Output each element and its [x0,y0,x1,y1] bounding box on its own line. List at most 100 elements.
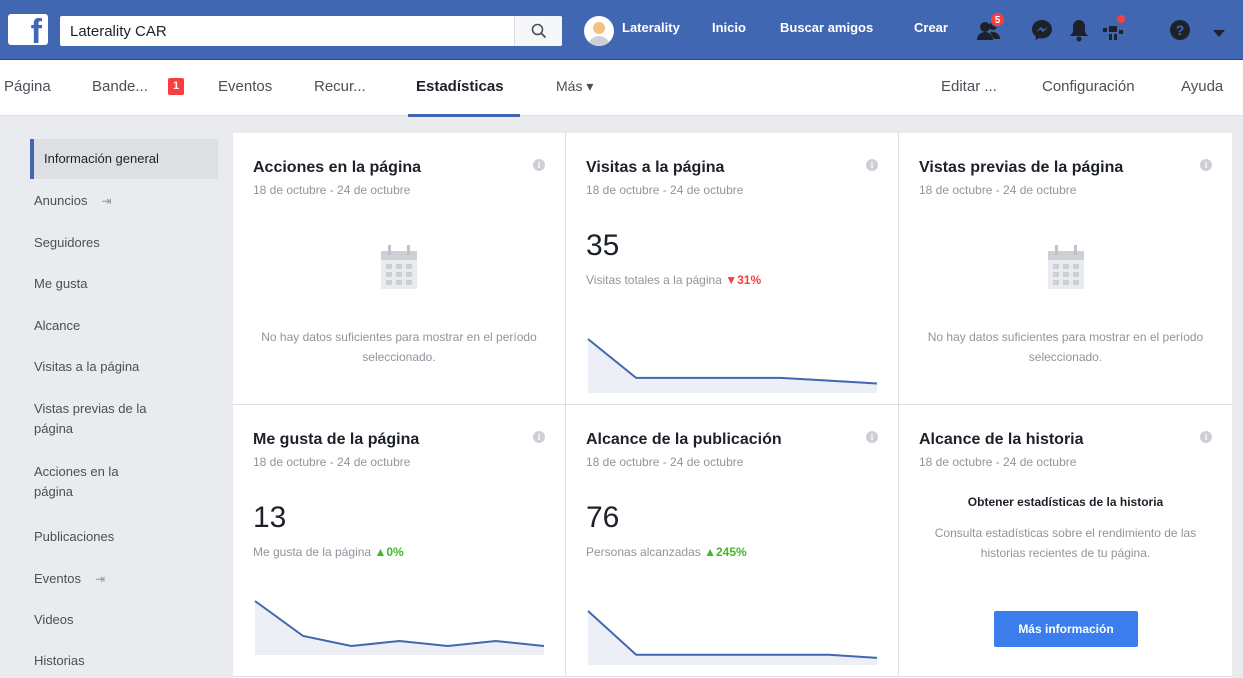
sidebar-item-events[interactable]: Eventos ⇥ [34,569,214,589]
sidebar-item-posts[interactable]: Publicaciones [34,527,214,547]
inbox-badge: 1 [168,78,184,95]
story-insights-description: Consulta estadísticas sobre el rendimien… [934,526,1197,560]
sidebar-item-label: Información general [44,151,159,166]
account-menu-button[interactable] [1212,26,1226,37]
sidebar-item-overview[interactable]: Información general [30,139,218,179]
post-reach-trend-line [587,610,878,659]
learn-more-button[interactable]: Más información [994,611,1138,647]
sidebar-item-page-actions[interactable]: Acciones en la página [34,462,154,502]
svg-text:?: ? [1176,22,1185,38]
friend-requests-button[interactable]: 5 [976,12,1005,44]
tab-inbox[interactable]: Bande... [92,78,148,95]
card-title: Alcance de la publicación [586,431,782,448]
sidebar-item-label: Anuncios [34,193,88,208]
sidebar-item-label: Vistas previas de la página [34,401,147,436]
metric-delta: ▼31% [725,273,762,287]
external-link-icon: ⇥ [101,194,112,208]
search-input[interactable] [60,16,514,46]
info-icon[interactable]: i [533,159,545,171]
post-reach-sparkline [587,610,878,665]
sidebar-item-page-views[interactable]: Visitas a la página [34,357,214,377]
sidebar-item-label: Me gusta [34,276,88,291]
page-views-sparkline [587,338,878,393]
search-bar [60,16,562,46]
card-date: 18 de octubre - 24 de octubre [919,455,1077,469]
sidebar-item-label: Publicaciones [34,529,115,544]
sidebar-item-label: Eventos [34,571,81,586]
facebook-logo-icon[interactable]: f [8,14,48,49]
active-tab-indicator [408,114,520,117]
card-title: Vistas previas de la página [919,159,1124,176]
messenger-icon [1032,20,1052,40]
sidebar-item-reach[interactable]: Alcance [34,316,214,336]
notifications-button[interactable] [1068,18,1094,44]
info-icon[interactable]: i [533,431,545,443]
card-title: Acciones en la página [253,159,422,176]
nav-home-link[interactable]: Inicio [712,20,746,35]
metric-label-text: Visitas totales a la página [586,273,722,287]
card-title: Me gusta de la página [253,431,420,448]
external-link-icon: ⇥ [94,572,106,586]
help-icon: ? [1170,20,1190,40]
metric-delta: ▲245% [704,545,747,559]
sidebar-item-label: Videos [34,612,74,627]
page-likes-sparkline [254,600,545,655]
sidebar-item-followers[interactable]: Seguidores [34,233,214,253]
metric-label-text: Personas alcanzadas [586,545,701,559]
metric-delta: ▲0% [374,545,404,559]
info-icon[interactable]: i [1200,431,1212,443]
card-page-likes: Me gusta de la página 18 de octubre - 24… [233,405,566,677]
nav-create-link[interactable]: Crear [914,20,948,35]
calendar-icon [1047,245,1084,289]
metric-value: 13 [253,501,287,534]
page-views-trend-area [588,339,877,393]
info-icon[interactable]: i [866,159,878,171]
info-icon[interactable]: i [1200,159,1212,171]
metric-label-text: Me gusta de la página [253,545,372,559]
sidebar-item-label: Acciones en la página [34,464,119,499]
sidebar-item-label: Alcance [34,318,81,333]
profile-link[interactable]: Laterality [622,20,680,35]
insights-overview-grid: Acciones en la página 18 de octubre - 24… [233,133,1232,678]
tab-more[interactable]: Más ▾ [556,78,593,95]
info-icon[interactable]: i [866,431,878,443]
page-likes-trend-area [255,601,544,655]
metric-label: Me gusta de la página ▲0% [253,545,404,559]
tab-insights[interactable]: Estadísticas [416,78,504,95]
tab-resources[interactable]: Recur... [314,78,366,95]
sidebar-item-page-previews[interactable]: Vistas previas de la página [34,399,174,439]
sidebar-item-label: Visitas a la página [34,359,140,374]
messenger-button[interactable] [1030,18,1056,44]
page-requests-dot [1116,14,1126,24]
nav-find-friends-link[interactable]: Buscar amigos [780,20,873,35]
card-story-reach: Alcance de la historia 18 de octubre - 2… [899,405,1232,677]
empty-state-text: No hay datos suficientes para mostrar en… [927,330,1204,364]
sidebar-item-stories[interactable]: Historias [34,651,214,671]
metric-label: Personas alcanzadas ▲245% [586,545,747,559]
caret-down-icon [1213,30,1225,37]
edit-page-info-link[interactable]: Editar ... [941,78,997,95]
calendar-icon [381,245,417,289]
metric-value: 76 [586,501,620,534]
sidebar-item-videos[interactable]: Videos [34,610,214,630]
avatar[interactable] [584,16,614,46]
card-date: 18 de octubre - 24 de octubre [586,183,744,197]
help-button[interactable]: ? [1168,18,1194,44]
story-insights-heading: Obtener estadísticas de la historia [967,495,1164,509]
friend-requests-badge: 5 [990,12,1005,27]
tab-events[interactable]: Eventos [218,78,272,95]
help-link[interactable]: Ayuda [1181,78,1223,95]
sidebar-item-ads[interactable]: Anuncios ⇥ [34,191,214,211]
sidebar-item-likes[interactable]: Me gusta [34,274,214,294]
settings-link[interactable]: Configuración [1042,78,1135,95]
empty-state-text: No hay datos suficientes para mostrar en… [261,330,537,364]
tab-page[interactable]: Página [4,78,51,95]
card-date: 18 de octubre - 24 de octubre [253,455,411,469]
page-requests-button[interactable] [1100,14,1126,44]
bell-icon [1070,20,1088,42]
card-post-reach: Alcance de la publicación 18 de octubre … [566,405,899,677]
sidebar-item-label: Seguidores [34,235,100,250]
search-button[interactable] [514,16,562,46]
card-page-previews: Vistas previas de la página 18 de octubr… [899,133,1232,405]
metric-value: 35 [586,229,620,262]
